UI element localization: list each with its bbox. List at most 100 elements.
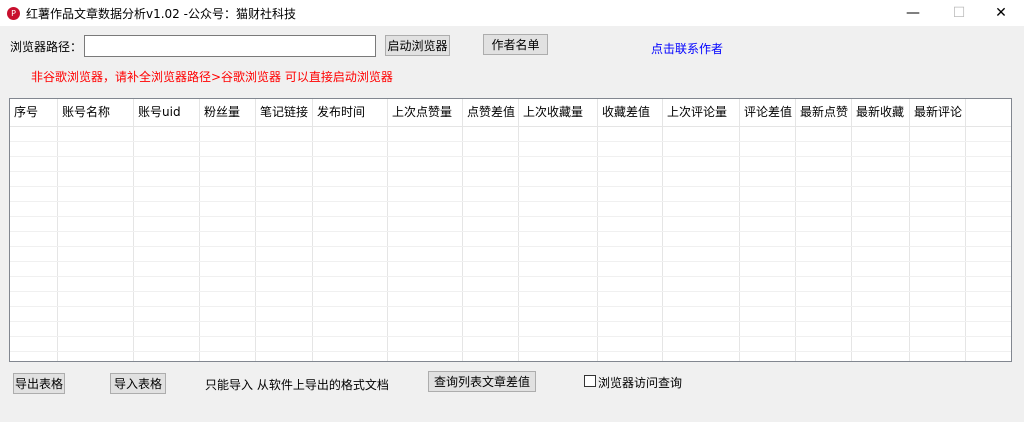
table-cell[interactable] — [910, 277, 966, 291]
table-cell[interactable] — [256, 307, 313, 321]
table-cell[interactable] — [58, 142, 134, 156]
table-cell[interactable] — [256, 187, 313, 201]
table-cell[interactable] — [134, 352, 200, 361]
table-cell[interactable] — [598, 187, 663, 201]
table-cell[interactable] — [519, 307, 598, 321]
table-row[interactable] — [10, 262, 1011, 277]
table-cell[interactable] — [58, 337, 134, 351]
table-cell[interactable] — [663, 247, 740, 261]
table-cell[interactable] — [598, 217, 663, 231]
table-cell[interactable] — [256, 322, 313, 336]
table-cell[interactable] — [910, 292, 966, 306]
column-header[interactable]: 序号 — [10, 99, 58, 126]
table-cell[interactable] — [796, 172, 852, 186]
table-cell[interactable] — [910, 262, 966, 276]
column-header[interactable]: 粉丝量 — [200, 99, 256, 126]
table-cell[interactable] — [463, 217, 519, 231]
table-cell[interactable] — [313, 187, 388, 201]
table-cell[interactable] — [10, 247, 58, 261]
table-cell[interactable] — [313, 352, 388, 361]
table-cell[interactable] — [58, 157, 134, 171]
table-cell[interactable] — [910, 322, 966, 336]
table-cell[interactable] — [966, 127, 1011, 141]
table-cell[interactable] — [313, 172, 388, 186]
table-cell[interactable] — [313, 307, 388, 321]
table-cell[interactable] — [663, 232, 740, 246]
table-cell[interactable] — [256, 292, 313, 306]
table-cell[interactable] — [852, 292, 910, 306]
table-cell[interactable] — [200, 187, 256, 201]
table-cell[interactable] — [313, 337, 388, 351]
table-cell[interactable] — [10, 187, 58, 201]
table-cell[interactable] — [663, 127, 740, 141]
column-header[interactable]: 评论差值 — [740, 99, 796, 126]
table-cell[interactable] — [910, 247, 966, 261]
table-cell[interactable] — [463, 277, 519, 291]
table-cell[interactable] — [388, 247, 463, 261]
table-row[interactable] — [10, 232, 1011, 247]
table-cell[interactable] — [663, 292, 740, 306]
table-cell[interactable] — [388, 352, 463, 361]
browser-path-input[interactable] — [84, 35, 376, 57]
table-cell[interactable] — [796, 292, 852, 306]
table-cell[interactable] — [58, 127, 134, 141]
table-cell[interactable] — [256, 157, 313, 171]
table-cell[interactable] — [852, 142, 910, 156]
table-cell[interactable] — [388, 202, 463, 216]
export-table-button[interactable]: 导出表格 — [13, 373, 65, 394]
table-cell[interactable] — [598, 292, 663, 306]
table-cell[interactable] — [463, 307, 519, 321]
table-cell[interactable] — [852, 322, 910, 336]
table-cell[interactable] — [598, 127, 663, 141]
table-cell[interactable] — [740, 322, 796, 336]
table-cell[interactable] — [740, 217, 796, 231]
table-cell[interactable] — [200, 307, 256, 321]
table-cell[interactable] — [519, 262, 598, 276]
table-cell[interactable] — [910, 187, 966, 201]
table-cell[interactable] — [663, 202, 740, 216]
table-cell[interactable] — [463, 202, 519, 216]
table-cell[interactable] — [388, 292, 463, 306]
table-cell[interactable] — [966, 142, 1011, 156]
column-header[interactable]: 最新评论 — [910, 99, 966, 126]
table-cell[interactable] — [463, 142, 519, 156]
table-row[interactable] — [10, 277, 1011, 292]
table-cell[interactable] — [740, 337, 796, 351]
table-cell[interactable] — [796, 157, 852, 171]
table-cell[interactable] — [740, 307, 796, 321]
table-cell[interactable] — [740, 127, 796, 141]
column-header[interactable]: 发布时间 — [313, 99, 388, 126]
table-cell[interactable] — [200, 247, 256, 261]
table-row[interactable] — [10, 337, 1011, 352]
table-cell[interactable] — [796, 262, 852, 276]
table-cell[interactable] — [58, 307, 134, 321]
table-cell[interactable] — [388, 142, 463, 156]
table-cell[interactable] — [388, 127, 463, 141]
table-cell[interactable] — [598, 337, 663, 351]
table-cell[interactable] — [134, 217, 200, 231]
column-header[interactable]: 账号uid — [134, 99, 200, 126]
table-cell[interactable] — [313, 202, 388, 216]
table-cell[interactable] — [598, 322, 663, 336]
table-cell[interactable] — [910, 307, 966, 321]
table-cell[interactable] — [852, 187, 910, 201]
table-cell[interactable] — [134, 142, 200, 156]
table-cell[interactable] — [910, 202, 966, 216]
import-table-button[interactable]: 导入表格 — [110, 373, 166, 394]
table-cell[interactable] — [519, 202, 598, 216]
table-cell[interactable] — [200, 352, 256, 361]
table-cell[interactable] — [388, 157, 463, 171]
table-cell[interactable] — [10, 232, 58, 246]
table-cell[interactable] — [519, 232, 598, 246]
table-row[interactable] — [10, 247, 1011, 262]
table-cell[interactable] — [200, 292, 256, 306]
column-header[interactable]: 最新收藏 — [852, 99, 910, 126]
table-cell[interactable] — [663, 142, 740, 156]
table-cell[interactable] — [463, 292, 519, 306]
table-cell[interactable] — [463, 232, 519, 246]
table-cell[interactable] — [663, 277, 740, 291]
table-cell[interactable] — [388, 217, 463, 231]
table-cell[interactable] — [10, 157, 58, 171]
table-cell[interactable] — [966, 172, 1011, 186]
table-cell[interactable] — [256, 277, 313, 291]
